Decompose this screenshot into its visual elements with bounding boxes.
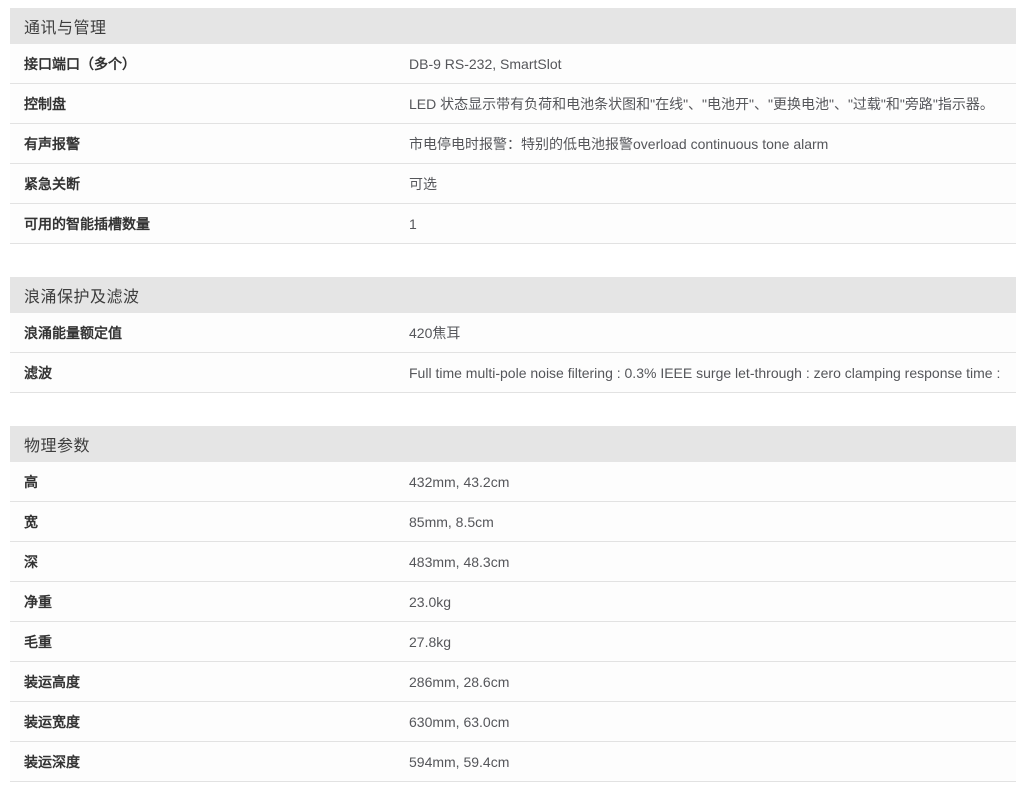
spec-table-row: 控制盘 LED 状态显示带有负荷和电池条状图和"在线"、"电池开"、"更换电池"… <box>10 84 1016 124</box>
spec-row-value: 630mm, 63.0cm <box>409 714 1016 730</box>
spec-row-value: 27.8kg <box>409 634 1016 650</box>
spec-table-row: 净重 23.0kg <box>10 582 1016 622</box>
spec-table-row: 高 432mm, 43.2cm <box>10 462 1016 502</box>
section-title: 物理参数 <box>24 432 90 456</box>
spec-section: 浪涌保护及滤波 浪涌能量额定值 420焦耳 滤波 Full time multi… <box>10 277 1016 393</box>
spec-row-value: DB-9 RS-232, SmartSlot <box>409 56 1016 72</box>
spec-section: 通讯与管理 接口端口（多个） DB-9 RS-232, SmartSlot 控制… <box>10 8 1016 244</box>
spec-row-label: 净重 <box>10 592 409 612</box>
spec-row-value: 594mm, 59.4cm <box>409 754 1016 770</box>
spec-table-row: 装运深度 594mm, 59.4cm <box>10 742 1016 782</box>
spec-table-row: 宽 85mm, 8.5cm <box>10 502 1016 542</box>
spec-table-row: 毛重 27.8kg <box>10 622 1016 662</box>
spec-row-value: 85mm, 8.5cm <box>409 514 1016 530</box>
spec-row-label: 毛重 <box>10 632 409 652</box>
spec-row-label: 深 <box>10 552 409 572</box>
spec-row-label: 接口端口（多个） <box>10 54 409 74</box>
spec-row-label: 浪涌能量额定值 <box>10 323 409 343</box>
section-title: 通讯与管理 <box>24 14 107 38</box>
section-header: 物理参数 <box>10 426 1016 462</box>
spec-row-label: 控制盘 <box>10 94 409 114</box>
spec-row-value: LED 状态显示带有负荷和电池条状图和"在线"、"电池开"、"更换电池"、"过载… <box>409 94 1016 114</box>
spec-row-value: 23.0kg <box>409 594 1016 610</box>
spec-table-row: 滤波 Full time multi-pole noise filtering … <box>10 353 1016 393</box>
spec-row-label: 高 <box>10 472 409 492</box>
spec-row-label: 装运深度 <box>10 752 409 772</box>
spec-row-value: 市电停电时报警：特别的低电池报警overload continuous tone… <box>409 134 1016 154</box>
section-title: 浪涌保护及滤波 <box>24 283 140 307</box>
section-rows: 接口端口（多个） DB-9 RS-232, SmartSlot 控制盘 LED … <box>10 44 1016 244</box>
section-header: 浪涌保护及滤波 <box>10 277 1016 313</box>
spec-row-value: 286mm, 28.6cm <box>409 674 1016 690</box>
spec-row-label: 紧急关断 <box>10 174 409 194</box>
spec-page: 通讯与管理 接口端口（多个） DB-9 RS-232, SmartSlot 控制… <box>0 0 1016 789</box>
spec-table-row: 紧急关断 可选 <box>10 164 1016 204</box>
spec-row-label: 滤波 <box>10 363 409 383</box>
spec-table-row: 接口端口（多个） DB-9 RS-232, SmartSlot <box>10 44 1016 84</box>
spec-row-label: 装运高度 <box>10 672 409 692</box>
spec-table-row: 装运宽度 630mm, 63.0cm <box>10 702 1016 742</box>
spec-row-label: 宽 <box>10 512 409 532</box>
spec-table-row: 有声报警 市电停电时报警：特别的低电池报警overload continuous… <box>10 124 1016 164</box>
spec-row-label: 装运宽度 <box>10 712 409 732</box>
spec-table-row: 深 483mm, 48.3cm <box>10 542 1016 582</box>
spec-row-value: 可选 <box>409 174 1016 194</box>
spec-row-label: 有声报警 <box>10 134 409 154</box>
spec-row-value: 483mm, 48.3cm <box>409 554 1016 570</box>
spec-row-value: 420焦耳 <box>409 323 1016 343</box>
section-rows: 浪涌能量额定值 420焦耳 滤波 Full time multi-pole no… <box>10 313 1016 393</box>
spec-row-value: 432mm, 43.2cm <box>409 474 1016 490</box>
spec-table-row: 装运高度 286mm, 28.6cm <box>10 662 1016 702</box>
section-header: 通讯与管理 <box>10 8 1016 44</box>
spec-row-value: Full time multi-pole noise filtering : 0… <box>409 365 1016 381</box>
section-rows: 高 432mm, 43.2cm 宽 85mm, 8.5cm 深 483mm, 4… <box>10 462 1016 782</box>
spec-section: 物理参数 高 432mm, 43.2cm 宽 85mm, 8.5cm 深 483… <box>10 426 1016 782</box>
spec-table-row: 浪涌能量额定值 420焦耳 <box>10 313 1016 353</box>
spec-row-label: 可用的智能插槽数量 <box>10 214 409 234</box>
spec-table-row: 可用的智能插槽数量 1 <box>10 204 1016 244</box>
spec-row-value: 1 <box>409 216 1016 232</box>
